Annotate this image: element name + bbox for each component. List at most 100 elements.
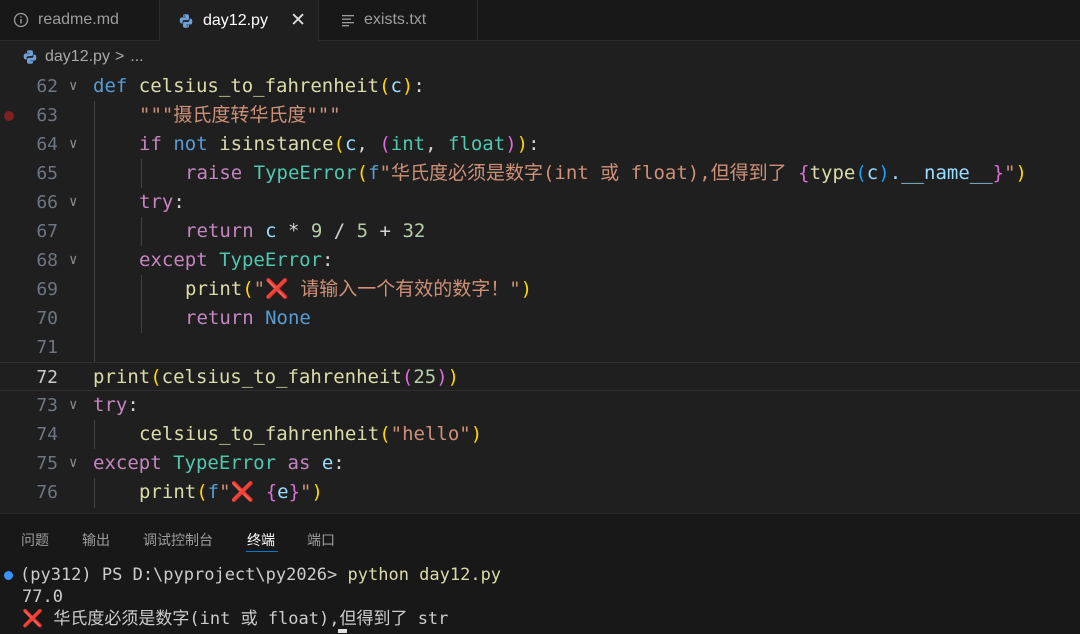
- code-function: celsius_to_fahrenheit: [139, 423, 380, 445]
- code-string: 请输入一个有效的数字！": [288, 278, 521, 300]
- code-line: 63 """摄氏度转华氏度""": [0, 101, 1080, 130]
- tab-label: readme.md: [38, 11, 119, 28]
- breadcrumb: day12.py > ...: [0, 41, 1080, 72]
- text-lines-icon: [341, 13, 355, 27]
- code-function: isinstance: [219, 133, 334, 155]
- code-line: 62 ∨ def celsius_to_fahrenheit(c):: [0, 72, 1080, 101]
- code-string: [254, 481, 265, 503]
- code-keyword: if: [139, 133, 162, 155]
- code-punct: ,: [425, 133, 448, 155]
- code-function: print: [185, 278, 243, 300]
- tab-label: day12.py: [203, 11, 268, 29]
- code-number: 25: [413, 366, 437, 388]
- code-bracket: ): [516, 133, 529, 155]
- code-line: 64 ∨ if not isinstance(c, (int, float)):: [0, 130, 1080, 159]
- python-icon: [22, 49, 38, 65]
- breadcrumb-more[interactable]: ...: [130, 48, 143, 66]
- close-icon[interactable]: ✕: [290, 9, 306, 32]
- code-number: 5: [356, 220, 369, 242]
- tab-debug-console[interactable]: 调试控制台: [143, 530, 213, 550]
- code-attribute: .__name__: [889, 162, 993, 184]
- active-tab-indicator: [246, 551, 278, 552]
- code-text: return c * 9 / 5 + 32: [185, 217, 425, 246]
- code-class: TypeError: [219, 249, 323, 271]
- code-line: 68 ∨ except TypeError:: [0, 246, 1080, 275]
- cross-mark-icon: ❌: [265, 278, 289, 300]
- code-class: TypeError: [173, 452, 277, 474]
- line-number: 67: [36, 221, 58, 242]
- code-operator: /: [322, 220, 357, 242]
- line-number: 75: [36, 453, 58, 474]
- code-keyword: return: [185, 220, 254, 242]
- code-function: print: [93, 366, 151, 388]
- code-bracket: ): [520, 278, 533, 300]
- command-status-icon[interactable]: [4, 571, 13, 580]
- code-punct: :: [333, 452, 345, 474]
- code-keyword: except: [93, 452, 162, 474]
- code-text: except TypeError:: [139, 246, 334, 275]
- tab-output[interactable]: 输出: [82, 530, 110, 550]
- code-keyword: try: [93, 394, 128, 416]
- code-bracket: ): [505, 133, 517, 155]
- code-bracket: ): [447, 366, 460, 388]
- code-bracket: ): [878, 162, 890, 184]
- code-string: ": [1004, 162, 1016, 184]
- chevron-down-icon[interactable]: ∨: [69, 188, 77, 217]
- tab-problems[interactable]: 问题: [21, 530, 49, 550]
- code-bracket: ): [470, 423, 483, 445]
- code-text: def celsius_to_fahrenheit(c):: [93, 72, 425, 101]
- code-bracket: (: [855, 162, 867, 184]
- code-function: celsius_to_fahrenheit: [138, 75, 379, 97]
- chevron-down-icon[interactable]: ∨: [69, 72, 77, 101]
- line-number: 64: [36, 134, 58, 155]
- code-line: 65 raise TypeError(f"华氏度必须是数字(int 或 floa…: [0, 159, 1080, 188]
- tab-exists[interactable]: exists.txt: [319, 0, 478, 40]
- code-punct: ,: [356, 133, 380, 155]
- code-keyword: return: [185, 307, 254, 329]
- code-string: ": [253, 278, 266, 300]
- tab-day12[interactable]: day12.py ✕: [160, 0, 319, 41]
- code-text: try:: [139, 188, 185, 217]
- chevron-down-icon[interactable]: ∨: [69, 246, 77, 275]
- line-number: 68: [36, 250, 58, 271]
- code-function: type: [809, 162, 856, 184]
- breadcrumb-file[interactable]: day12.py: [45, 48, 110, 66]
- code-keyword: raise: [185, 162, 243, 184]
- line-number: 70: [36, 308, 58, 329]
- code-punct: :: [173, 191, 185, 213]
- chevron-down-icon[interactable]: ∨: [69, 391, 77, 420]
- terminal-command: python day12.py: [347, 565, 502, 585]
- code-keyword: as: [287, 452, 311, 474]
- code-editor[interactable]: 62 ∨ def celsius_to_fahrenheit(c): 63 ""…: [0, 72, 1080, 508]
- code-keyword: def: [93, 75, 128, 97]
- code-number: 9: [310, 220, 323, 242]
- code-bracket: ): [1015, 162, 1027, 184]
- code-string: ": [219, 481, 231, 503]
- code-text: print("❌ 请输入一个有效的数字！"): [185, 275, 532, 304]
- code-line: 75 ∨ except TypeError as e:: [0, 449, 1080, 478]
- code-text: try:: [93, 391, 139, 420]
- breadcrumb-separator: >: [114, 47, 125, 65]
- code-number: 32: [402, 220, 426, 242]
- line-number: 66: [36, 192, 58, 213]
- code-bracket: }: [992, 162, 1005, 184]
- code-class: float: [447, 133, 506, 155]
- tab-readme[interactable]: readme.md: [0, 0, 160, 40]
- line-number: 76: [36, 482, 58, 503]
- code-fstring-prefix: f: [368, 162, 380, 184]
- tab-terminal[interactable]: 终端: [247, 530, 275, 550]
- code-variable: c: [344, 133, 357, 155]
- line-number: 71: [36, 337, 58, 358]
- chevron-down-icon[interactable]: ∨: [69, 130, 77, 159]
- code-punct: :: [322, 249, 334, 271]
- terminal-prompt: (py312) PS D:\pyproject\py2026>: [20, 565, 348, 585]
- code-keyword: except: [139, 249, 208, 271]
- line-number: 69: [36, 279, 58, 300]
- code-text: print(celsius_to_fahrenheit(25)): [93, 363, 459, 392]
- code-operator: *: [276, 220, 311, 242]
- tab-ports[interactable]: 端口: [307, 530, 335, 550]
- terminal-output-text: 华氏度必须是数字(int 或 float),但得到了 str: [43, 609, 449, 629]
- code-string: "hello": [390, 423, 471, 445]
- code-line: 74 celsius_to_fahrenheit("hello"): [0, 420, 1080, 449]
- chevron-down-icon[interactable]: ∨: [69, 449, 77, 478]
